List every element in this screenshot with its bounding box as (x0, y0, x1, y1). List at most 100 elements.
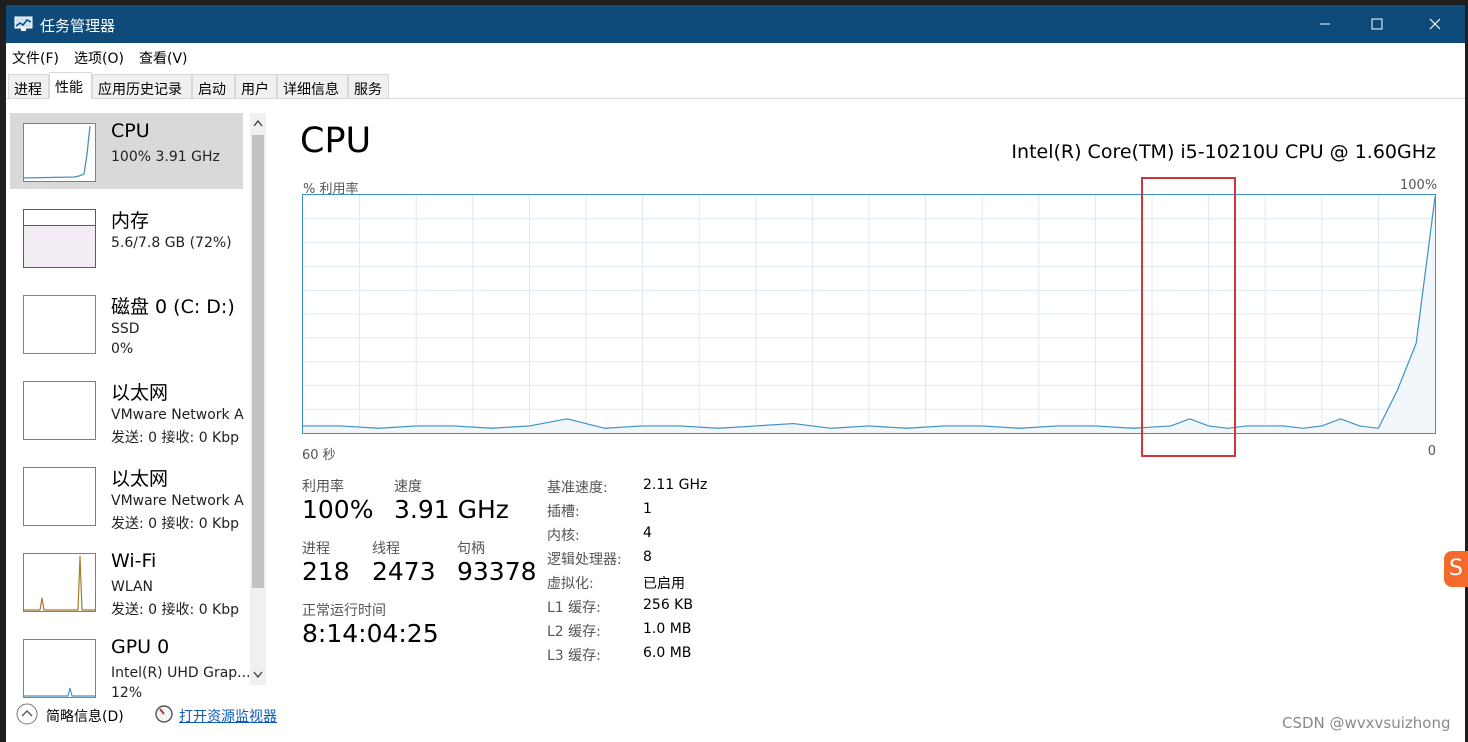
processes-label: 进程 (302, 541, 330, 557)
uptime-value: 8:14:04:25 (302, 619, 439, 648)
detail-key: 插槽: (547, 504, 580, 520)
resource-detail: WLAN (111, 579, 154, 595)
scroll-down-icon[interactable] (253, 671, 263, 679)
resource-thumbnail (23, 209, 96, 268)
resource-detail: Intel(R) UHD Grap... (111, 665, 251, 681)
detail-value: 1.0 MB (643, 621, 692, 637)
cpu-model-name: Intel(R) Core(TM) i5-10210U CPU @ 1.60GH… (1011, 141, 1436, 163)
close-button[interactable] (1406, 5, 1464, 43)
detail-value: 6.0 MB (643, 645, 692, 661)
tab-bar: 进程 性能 应用历史记录 启动 用户 详细信息 服务 (6, 72, 1465, 99)
detail-key: L3 缓存: (547, 648, 601, 664)
resource-item[interactable]: 以太网 VMware Network A 发送: 0 接收: 0 Kbp (10, 371, 244, 447)
resource-detail-2: 0% (111, 341, 134, 357)
minimize-icon (1320, 23, 1330, 25)
graph-min-label: 0 (1427, 444, 1436, 459)
cpu-utilization-graph (302, 194, 1436, 434)
footer-bar: 简略信息(D) 打开资源监视器 (6, 698, 1465, 730)
sogou-logo-icon: S (1444, 551, 1468, 587)
detail-value: 4 (643, 525, 652, 541)
task-manager-icon (14, 16, 33, 31)
threads-value: 2473 (372, 557, 436, 586)
brief-info-button[interactable]: 简略信息(D) (46, 706, 124, 726)
resource-detail: SSD (111, 321, 140, 337)
minimize-button[interactable] (1296, 5, 1354, 43)
handles-value: 93378 (457, 557, 537, 586)
detail-key: L2 缓存: (547, 624, 601, 640)
watermark: CSDN @wvxvsuizhong (1282, 714, 1451, 732)
tab-users[interactable]: 用户 (235, 74, 277, 98)
resource-detail: VMware Network A (111, 493, 244, 509)
detail-value: 1 (643, 501, 652, 517)
resource-thumbnail (23, 639, 96, 698)
threads-label: 线程 (372, 541, 400, 557)
resource-thumbnail (23, 467, 96, 526)
detail-key: L1 缓存: (547, 600, 601, 616)
title-bar[interactable]: 任务管理器 (6, 5, 1465, 43)
utilization-label: 利用率 (302, 479, 344, 495)
resource-name: GPU 0 (111, 636, 170, 658)
resource-name: 磁盘 0 (C: D:) (111, 296, 235, 318)
tab-performance[interactable]: 性能 (49, 72, 92, 99)
detail-key: 基准速度: (547, 480, 608, 496)
detail-value: 2.11 GHz (643, 477, 708, 493)
resource-thumbnail (23, 553, 96, 612)
speed-value: 3.91 GHz (394, 495, 509, 524)
resource-item[interactable]: 以太网 VMware Network A 发送: 0 接收: 0 Kbp (10, 457, 244, 533)
resource-detail: 5.6/7.8 GB (72%) (111, 235, 232, 251)
page-title: CPU (300, 121, 372, 161)
tab-startup[interactable]: 启动 (192, 74, 235, 98)
highlight-box (1141, 177, 1236, 457)
handles-label: 句柄 (457, 541, 485, 557)
graph-time-label: 60 秒 (302, 448, 336, 463)
resource-name: CPU (111, 120, 150, 142)
resource-detail: VMware Network A (111, 407, 244, 423)
resource-name: 内存 (111, 210, 150, 232)
detail-key: 逻辑处理器: (547, 552, 622, 568)
resource-thumbnail (23, 381, 96, 440)
scroll-up-icon[interactable] (253, 119, 263, 127)
tab-processes[interactable]: 进程 (8, 74, 49, 98)
resource-name: 以太网 (111, 468, 169, 490)
resource-list-scrollbar[interactable] (250, 113, 266, 685)
menu-options[interactable]: 选项(O) (74, 48, 124, 68)
resource-item[interactable]: GPU 0 Intel(R) UHD Grap... 12% (10, 629, 251, 705)
tab-services[interactable]: 服务 (348, 74, 389, 98)
maximize-button[interactable] (1348, 5, 1406, 43)
uptime-label: 正常运行时间 (302, 603, 386, 619)
resource-item[interactable]: 内存 5.6/7.8 GB (72%) (10, 199, 243, 275)
detail-value: 已启用 (643, 576, 685, 592)
resource-item[interactable]: 磁盘 0 (C: D:) SSD 0% (10, 285, 243, 361)
detail-key: 虚拟化: (547, 576, 594, 592)
resource-item[interactable]: CPU 100% 3.91 GHz (10, 113, 243, 189)
detail-value: 256 KB (643, 597, 693, 613)
resource-detail-2: 发送: 0 接收: 0 Kbp (111, 602, 240, 618)
resource-monitor-icon (155, 705, 173, 723)
resource-list: CPU 100% 3.91 GHz 内存 5.6/7.8 GB (72%) 磁盘 0 (… (6, 113, 268, 701)
open-resource-monitor-link[interactable]: 打开资源监视器 (179, 706, 277, 726)
menu-file[interactable]: 文件(F) (12, 48, 59, 68)
resource-detail-2: 发送: 0 接收: 0 Kbp (111, 516, 240, 532)
detail-value: 8 (643, 549, 652, 565)
utilization-value: 100% (302, 495, 374, 524)
resource-item[interactable]: Wi-Fi WLAN 发送: 0 接收: 0 Kbp (10, 543, 243, 619)
graph-max-label: 100% (1400, 178, 1438, 193)
collapse-chevron-icon[interactable] (16, 703, 38, 725)
tab-app-history[interactable]: 应用历史记录 (92, 74, 192, 98)
detail-key: 内核: (547, 528, 580, 544)
close-icon (1429, 18, 1441, 30)
menu-bar: 文件(F) 选项(O) 查看(V) (6, 43, 1465, 69)
window-title: 任务管理器 (40, 17, 116, 35)
menu-view[interactable]: 查看(V) (139, 48, 188, 68)
resource-thumbnail (23, 123, 96, 182)
resource-thumbnail (23, 295, 96, 354)
maximize-icon (1371, 18, 1383, 30)
tab-details[interactable]: 详细信息 (277, 74, 348, 98)
speed-label: 速度 (394, 479, 422, 495)
resource-detail: 100% 3.91 GHz (111, 149, 220, 165)
resource-name: 以太网 (111, 382, 169, 404)
resource-detail-2: 发送: 0 接收: 0 Kbp (111, 430, 240, 446)
resource-name: Wi-Fi (111, 550, 157, 572)
scrollbar-thumb[interactable] (252, 135, 264, 588)
task-manager-window: 任务管理器 文件(F) 选项(O) 查看(V) 进程 性能 应用历史记录 启动 … (6, 5, 1465, 742)
